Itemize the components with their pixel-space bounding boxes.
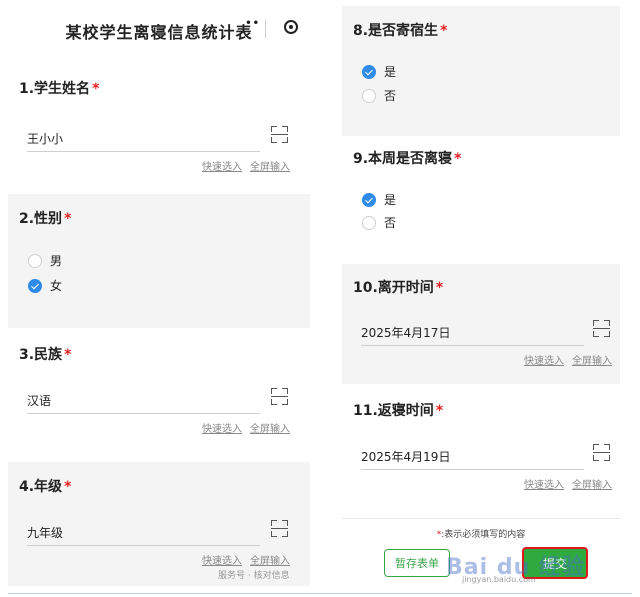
radio-option-female[interactable]: 女 [28,277,62,294]
input-links: 快速选入 全屏输入 [194,158,290,173]
question-leaving-this-week: 9.本周是否离寝 * 是 否 [342,142,620,260]
quick-select-link[interactable]: 快速选入 [202,424,242,435]
more-options-icon[interactable]: •• [245,18,260,29]
form-left-panel: 某校学生离寝信息统计表 •• 1.学生姓名 * 王小小 快速选入 全屏输入 2.性别… [8,6,310,586]
quick-select-link[interactable]: 快速选入 [202,162,242,173]
header-divider [265,20,266,38]
question-grade: 4.年级 * 九年级 快速选入 全屏输入 服务号 · 核对信息 [8,462,310,586]
scan-icon[interactable] [271,520,288,537]
ethnicity-field[interactable]: 汉语 [27,392,260,414]
full-screen-input-link[interactable]: 全屏输入 [250,424,290,435]
radio-checked-icon[interactable] [28,278,42,293]
radio-option-male[interactable]: 男 [28,252,62,269]
form-header: 某校学生离寝信息统计表 •• [8,6,310,56]
question-title: 4.年级 * [19,479,72,495]
required-note: *:表示必须填写的内容 [436,530,526,540]
grade-field[interactable]: 九年级 [27,524,260,546]
form-right-panel: 8.是否寄宿生 * 是 否 9.本周是否离寝 * 是 否 10.离开时间 * 2025… [342,6,620,586]
radio-button[interactable] [28,253,42,268]
scan-icon[interactable] [271,388,288,405]
full-screen-input-link[interactable]: 全屏输入 [250,556,290,567]
input-links: 快速选入 全屏输入 [194,420,290,435]
watermark-text: 服务号 · 核对信息 [218,571,290,581]
full-screen-input-link[interactable]: 全屏输入 [250,162,290,173]
radio-option-yes[interactable]: 是 [362,191,396,208]
full-screen-input-link[interactable]: 全屏输入 [572,356,612,367]
return-time-field[interactable]: 2025年4月19日 [361,448,584,470]
question-boarding: 8.是否寄宿生 * 是 否 [342,6,620,136]
question-title: 1.学生姓名 * [19,81,100,97]
radio-checked-icon[interactable] [362,64,376,79]
question-title: 9.本周是否离寝 * [353,151,462,167]
form-footer: *:表示必须填写的内容 暂存表单 提交 Bai du 经验 jingyan.ba… [342,518,620,586]
question-ethnicity: 3.民族 * 汉语 快速选入 全屏输入 [8,336,310,456]
radio-option-yes[interactable]: 是 [362,63,396,80]
radio-button[interactable] [362,215,376,230]
question-gender: 2.性别 * 男 女 [8,194,310,328]
question-title: 3.民族 * [19,347,72,363]
radio-option-no[interactable]: 否 [362,87,396,104]
quick-select-link[interactable]: 快速选入 [202,556,242,567]
question-return-time: 11.返寝时间 * 2025年4月19日 快速选入 全屏输入 [342,390,620,514]
page-title: 某校学生离寝信息统计表 [65,23,253,42]
question-title: 2.性别 * [19,211,72,227]
question-title: 8.是否寄宿生 * [353,23,448,39]
scan-icon[interactable] [593,320,610,337]
scan-icon[interactable] [271,126,288,143]
question-title: 10.离开时间 * [353,280,444,296]
radio-button[interactable] [362,88,376,103]
radio-checked-icon[interactable] [362,192,376,207]
save-draft-button[interactable]: 暂存表单 [384,549,450,577]
baidu-watermark-url: jingyan.baidu.com [462,575,536,584]
input-links: 快速选入 全屏输入 [516,476,612,491]
quick-select-link[interactable]: 快速选入 [524,480,564,491]
input-links: 快速选入 全屏输入 [194,552,290,567]
close-target-icon[interactable] [284,20,298,34]
quick-select-link[interactable]: 快速选入 [524,356,564,367]
scan-icon[interactable] [593,444,610,461]
question-leave-time: 10.离开时间 * 2025年4月17日 快速选入 全屏输入 [342,264,620,384]
page-bottom-rule [8,593,632,594]
question-title: 11.返寝时间 * [353,403,444,419]
question-student-name: 1.学生姓名 * 王小小 快速选入 全屏输入 [8,66,310,186]
leave-time-field[interactable]: 2025年4月17日 [361,324,584,346]
input-links: 快速选入 全屏输入 [516,352,612,367]
student-name-field[interactable]: 王小小 [27,130,260,152]
radio-option-no[interactable]: 否 [362,214,396,231]
full-screen-input-link[interactable]: 全屏输入 [572,480,612,491]
